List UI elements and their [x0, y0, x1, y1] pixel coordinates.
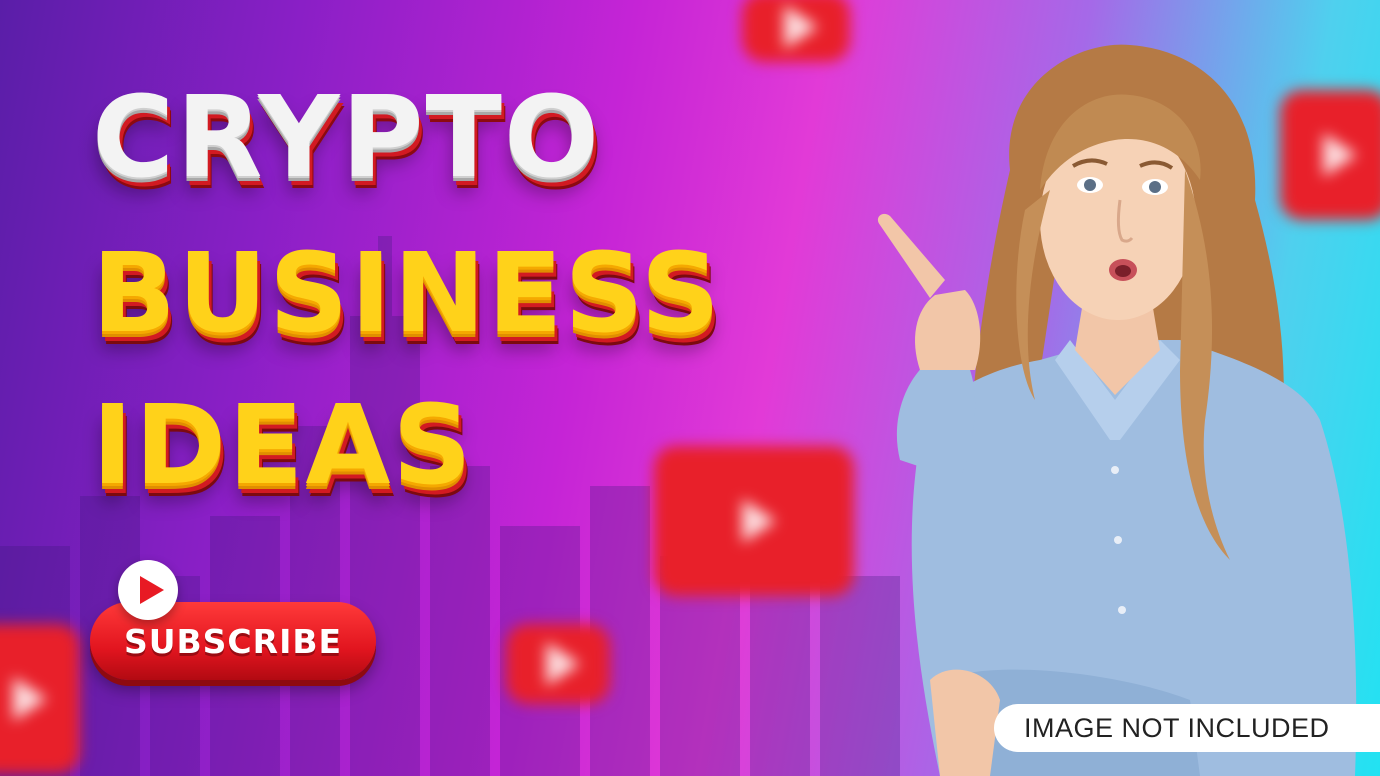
play-icon	[118, 560, 178, 620]
headline-line-3: IDEAS	[92, 381, 474, 509]
headline-line-2: BUSINESS	[92, 229, 723, 357]
thumbnail-canvas: CRYPTO BUSINESS IDEAS SUBSCRIBE IMAGE NO…	[0, 0, 1380, 776]
image-not-included-label: IMAGE NOT INCLUDED	[1024, 712, 1330, 743]
blurred-play-icon-top	[742, 0, 850, 62]
headline-line-1: CRYPTO	[92, 73, 602, 203]
blurred-play-icon-left	[0, 624, 80, 774]
image-not-included-badge: IMAGE NOT INCLUDED	[994, 704, 1380, 752]
subscribe-label: SUBSCRIBE	[123, 621, 343, 661]
blurred-play-icon-bottom	[506, 624, 610, 704]
woman-pointing-illustration	[877, 44, 1357, 776]
blurred-play-icon-center	[654, 446, 854, 596]
